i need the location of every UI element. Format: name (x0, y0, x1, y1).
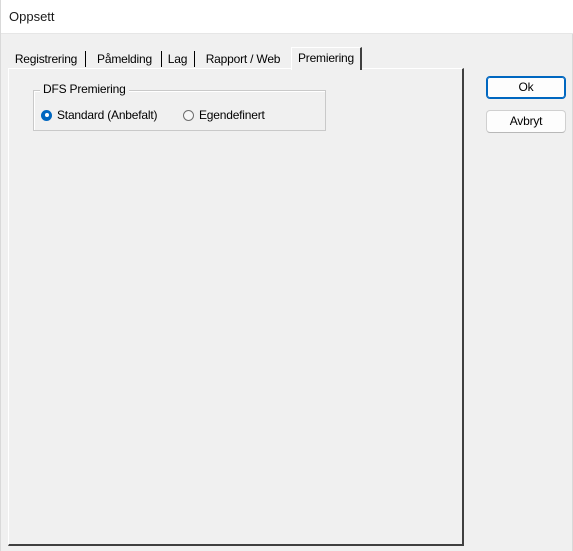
radio-checked-icon[interactable] (41, 109, 52, 121)
tab-separator (161, 51, 162, 67)
cancel-button[interactable]: Avbryt (486, 110, 566, 133)
radio-standard-label: Standard (Anbefalt) (57, 108, 158, 122)
dfs-premiering-group: DFS Premiering Standard (Anbefalt) Egend… (33, 82, 326, 131)
tab-registrering[interactable]: Registrering (8, 50, 84, 69)
premiering-tab-panel: DFS Premiering Standard (Anbefalt) Egend… (8, 68, 464, 546)
tab-separator (194, 51, 195, 67)
tab-premiering[interactable]: Premiering (291, 47, 362, 70)
tab-separator (85, 51, 86, 67)
window-title: Oppsett (9, 9, 55, 24)
tab-pamelding[interactable]: Påmelding (89, 50, 160, 69)
setup-dialog: Oppsett Registrering Påmelding Lag Rappo… (0, 0, 573, 551)
title-bar[interactable]: Oppsett (1, 0, 573, 34)
radio-standard[interactable]: Standard (Anbefalt) (41, 107, 157, 123)
ok-button[interactable]: Ok (486, 76, 566, 99)
radio-unchecked-icon[interactable] (183, 109, 194, 121)
group-label: DFS Premiering (40, 82, 129, 96)
radio-egendefinert[interactable]: Egendefinert (183, 107, 265, 123)
radio-egendefinert-label: Egendefinert (199, 108, 265, 122)
tab-rapport-web[interactable]: Rapport / Web (198, 50, 288, 69)
tab-lag[interactable]: Lag (164, 50, 191, 69)
